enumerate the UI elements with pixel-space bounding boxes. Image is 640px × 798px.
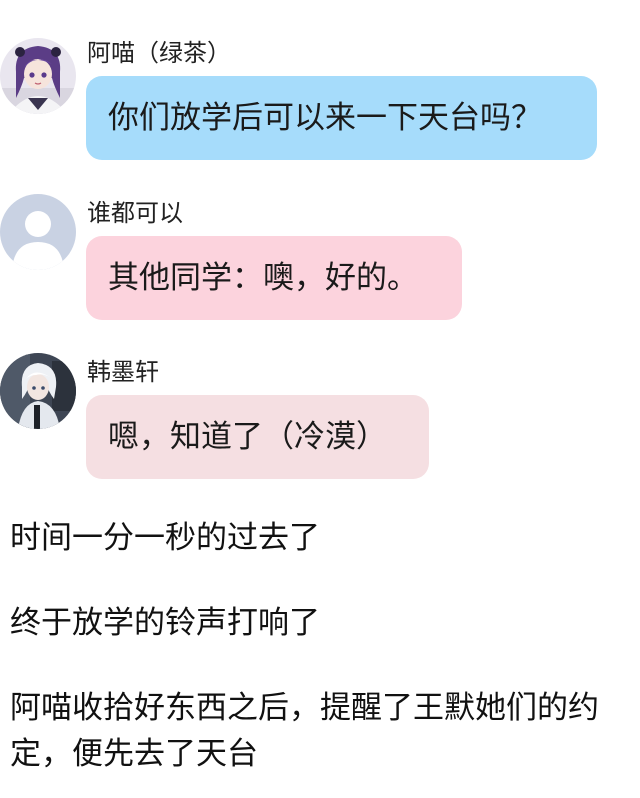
default-avatar-icon[interactable]: [0, 194, 76, 270]
sender-name: 韩墨轩: [87, 358, 159, 386]
message-bubble[interactable]: 嗯，知道了（冷漠）: [86, 395, 429, 479]
chat-message-1: 阿喵（绿茶） 你们放学后可以来一下天台吗？: [0, 36, 640, 166]
chat-message-2: 谁都可以 其他同学：噢，好的。: [0, 194, 640, 326]
chat-message-3: 韩墨轩 嗯，知道了（冷漠）: [0, 353, 640, 485]
message-bubble[interactable]: 其他同学：噢，好的。: [86, 236, 462, 320]
message-bubble[interactable]: 你们放学后可以来一下天台吗？: [86, 76, 597, 160]
narration-line-1: 时间一分一秒的过去了: [0, 515, 358, 561]
narration-line-3: 阿喵收拾好东西之后，提醒了王默她们的约定，便先去了天台: [0, 685, 640, 777]
avatar-white-hair-boy[interactable]: [0, 353, 76, 429]
narration-line-2: 终于放学的铃声打响了: [0, 600, 358, 646]
sender-name: 阿喵（绿茶）: [87, 39, 231, 67]
sender-name: 谁都可以: [87, 199, 183, 227]
avatar-purple-hair-girl[interactable]: [0, 38, 76, 114]
